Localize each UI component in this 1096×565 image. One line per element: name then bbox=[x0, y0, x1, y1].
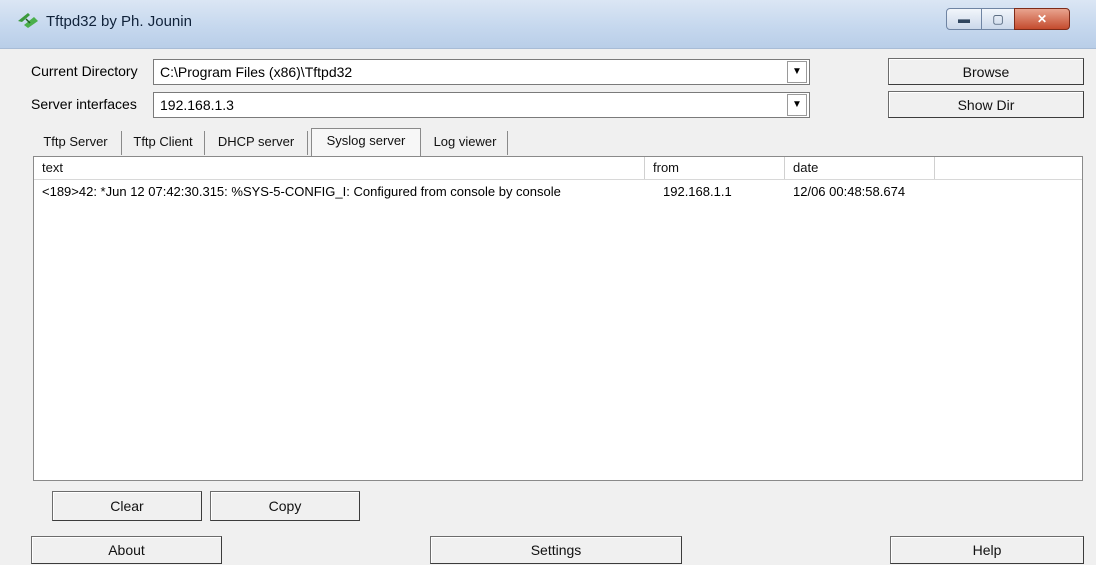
maximize-button[interactable]: ▢ bbox=[981, 8, 1015, 30]
tab-tftp-server[interactable]: Tftp Server bbox=[30, 131, 122, 155]
server-interfaces-label: Server interfaces bbox=[31, 96, 137, 112]
table-row[interactable]: <189>42: *Jun 12 07:42:30.315: %SYS-5-CO… bbox=[34, 181, 1082, 203]
server-interfaces-dropdown-icon[interactable]: ▼ bbox=[787, 94, 807, 116]
minimize-button[interactable]: ▬ bbox=[946, 8, 982, 30]
copy-button[interactable]: Copy bbox=[210, 491, 360, 521]
row-from-cell: 192.168.1.1 bbox=[663, 184, 732, 199]
show-dir-button[interactable]: Show Dir bbox=[888, 91, 1084, 118]
current-directory-combobox[interactable]: C:\Program Files (x86)\Tftpd32 bbox=[153, 59, 810, 85]
syslog-list-header: text from date bbox=[34, 157, 1082, 180]
main-panel: Current Directory C:\Program Files (x86)… bbox=[0, 49, 1096, 565]
column-header-date[interactable]: date bbox=[785, 157, 935, 179]
clear-button[interactable]: Clear bbox=[52, 491, 202, 521]
server-interfaces-combobox[interactable]: 192.168.1.3 bbox=[153, 92, 810, 118]
settings-button[interactable]: Settings bbox=[430, 536, 682, 564]
current-directory-value: C:\Program Files (x86)\Tftpd32 bbox=[160, 64, 353, 80]
column-header-text[interactable]: text bbox=[34, 157, 645, 179]
close-icon: ✕ bbox=[1036, 12, 1048, 26]
row-date-cell: 12/06 00:48:58.674 bbox=[793, 184, 906, 199]
tab-dhcp-server[interactable]: DHCP server bbox=[205, 131, 308, 155]
current-directory-dropdown-icon[interactable]: ▼ bbox=[787, 61, 807, 83]
column-header-empty[interactable] bbox=[935, 157, 1082, 179]
maximize-icon: ▢ bbox=[992, 12, 1004, 26]
title-bar: Tftpd32 by Ph. Jounin ▬ ▢ ✕ bbox=[0, 0, 1096, 49]
minimize-icon: ▬ bbox=[958, 12, 970, 26]
syslog-list[interactable]: text from date <189>42: *Jun 12 07:42:30… bbox=[33, 156, 1083, 481]
tab-tftp-client[interactable]: Tftp Client bbox=[122, 131, 205, 155]
app-icon bbox=[18, 13, 38, 28]
tab-syslog-server[interactable]: Syslog server bbox=[311, 128, 421, 157]
column-header-from[interactable]: from bbox=[645, 157, 785, 179]
row-text-cell: <189>42: *Jun 12 07:42:30.315: %SYS-5-CO… bbox=[42, 184, 561, 199]
about-button[interactable]: About bbox=[31, 536, 222, 564]
help-button[interactable]: Help bbox=[890, 536, 1084, 564]
window-title: Tftpd32 by Ph. Jounin bbox=[46, 13, 192, 30]
current-directory-label: Current Directory bbox=[31, 63, 138, 79]
server-interfaces-value: 192.168.1.3 bbox=[160, 97, 234, 113]
close-button[interactable]: ✕ bbox=[1014, 8, 1070, 30]
tab-log-viewer[interactable]: Log viewer bbox=[423, 131, 508, 155]
browse-button[interactable]: Browse bbox=[888, 58, 1084, 85]
